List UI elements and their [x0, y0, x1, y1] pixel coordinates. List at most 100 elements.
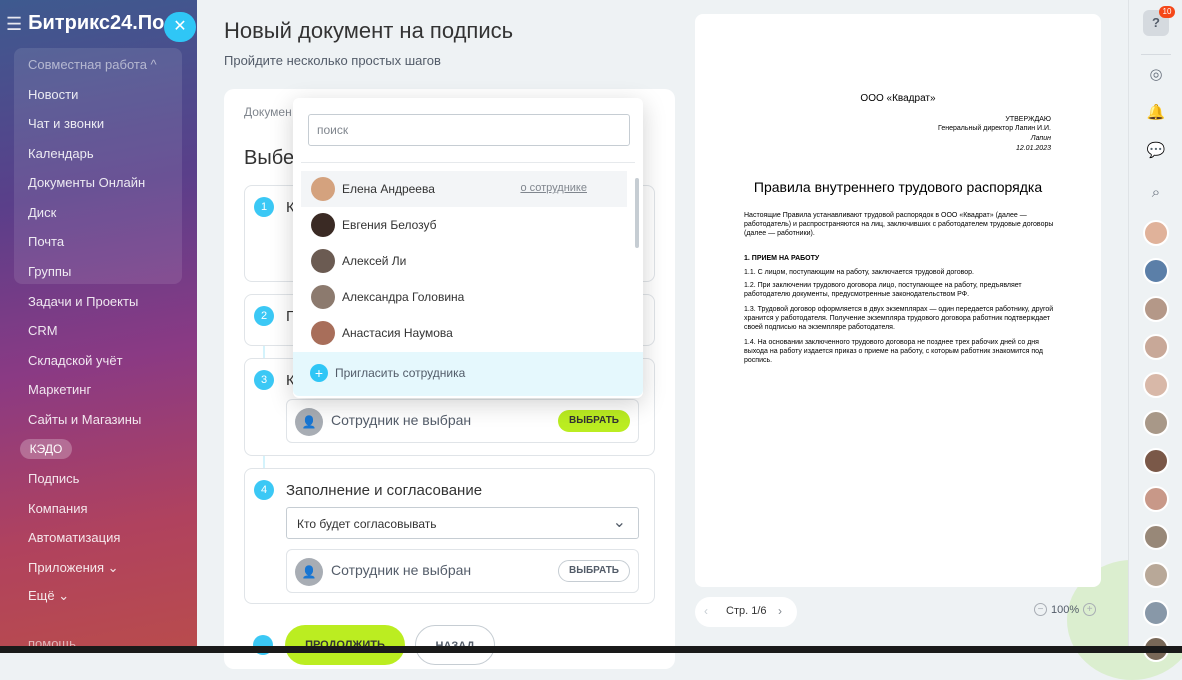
group-chat-avatar[interactable] — [1143, 258, 1169, 284]
document-preview: ООО «Квадрат» УТВЕРЖДАЮ Генеральный дире… — [695, 14, 1101, 587]
sidebar-item-sites[interactable]: Сайты и Магазины — [28, 412, 141, 427]
step-number: 2 — [254, 306, 274, 326]
menu-icon[interactable]: ☰ — [6, 15, 22, 33]
choose-button[interactable]: ВЫБРАТЬ — [558, 560, 630, 582]
next-page-button[interactable]: › — [778, 604, 782, 618]
doc-paragraph: 1.3. Трудовой договор оформляется в двух… — [744, 306, 1054, 331]
sidebar-item-kedo[interactable]: КЭДО — [20, 439, 72, 459]
search-input[interactable] — [308, 114, 630, 146]
notification-badge: 10 — [1159, 6, 1175, 18]
zoom-control: − 100% + — [1034, 603, 1097, 616]
avatar — [311, 213, 335, 237]
invite-label: Пригласить сотрудника — [335, 366, 466, 380]
add-user-icon: 👤 — [295, 558, 323, 586]
chat-icon[interactable]: 💬 — [1144, 139, 1168, 163]
doc-paragraph: 1.4. На основании заключенного трудового… — [744, 339, 1043, 364]
employee-name: Елена Андреева — [342, 182, 435, 196]
employee-option[interactable]: Елена Андреева о сотруднике — [301, 171, 627, 207]
sidebar-item-tasks[interactable]: Задачи и Проекты — [28, 294, 138, 309]
avatar — [311, 321, 335, 345]
sidebar-item-company[interactable]: Компания — [28, 501, 88, 516]
zoom-out-button[interactable]: − — [1034, 603, 1047, 616]
doc-paragraph: 1.1. С лицом, поступающим на работу, зак… — [744, 269, 974, 276]
avatar[interactable] — [1143, 296, 1169, 322]
prev-page-button[interactable]: ‹ — [704, 604, 708, 618]
employee-name: Александра Головина — [342, 290, 465, 304]
invite-employee-button[interactable]: + Пригласить сотрудника — [293, 352, 643, 396]
employee-selector: 👤 Сотрудник не выбран ВЫБРАТЬ — [286, 399, 639, 443]
avatar — [311, 285, 335, 309]
avatar[interactable] — [1143, 524, 1169, 550]
employee-option[interactable]: Евгения Белозуб — [301, 207, 627, 243]
page-title: Новый документ на подпись — [224, 18, 514, 43]
sidebar-item-more[interactable]: Ещё ⌄ — [28, 588, 69, 604]
approver-select-value: Кто будет согласовывать — [297, 517, 437, 531]
sidebar-item-automation[interactable]: Автоматизация — [28, 530, 120, 545]
sidebar-group-collaboration[interactable]: Совместная работа ^ — [28, 57, 157, 72]
step-title: Заполнение и согласование — [286, 482, 483, 499]
employee-selector: 👤 Сотрудник не выбран ВЫБРАТЬ — [286, 549, 639, 593]
right-panel: ? 10 ◎ 🔔 💬 ⌕ — [1128, 0, 1182, 662]
zoom-in-button[interactable]: + — [1083, 603, 1097, 616]
add-user-icon: 👤 — [295, 408, 323, 436]
sidebar-item-chat[interactable]: Чат и звонки — [28, 116, 104, 131]
sidebar-item-crm[interactable]: CRM — [28, 323, 58, 338]
sidebar-item-calendar[interactable]: Календарь — [28, 146, 94, 161]
sidebar-item-apps[interactable]: Приложения ⌄ — [28, 560, 119, 576]
employee-name: Алексей Ли — [342, 254, 407, 268]
employee-option[interactable]: Алексей Ли — [301, 243, 627, 279]
left-sidebar: ☰ Битрикс24.По Совместная работа ^ Новос… — [0, 0, 197, 653]
sidebar-item-sign[interactable]: Подпись — [28, 471, 79, 486]
page-indicator: Стр. 1/6 — [726, 605, 767, 617]
avatar[interactable] — [1143, 448, 1169, 474]
avatar[interactable] — [1143, 410, 1169, 436]
doc-company: ООО «Квадрат» — [860, 93, 936, 104]
approver-select[interactable]: Кто будет согласовывать ⌄ — [286, 507, 639, 539]
avatar — [311, 249, 335, 273]
plus-icon: + — [310, 364, 328, 382]
avatar[interactable] — [1143, 334, 1169, 360]
choose-button[interactable]: ВЫБРАТЬ — [558, 410, 630, 432]
sidebar-item-mail[interactable]: Почта — [28, 234, 64, 249]
avatar — [311, 177, 335, 201]
avatar[interactable] — [1143, 220, 1169, 246]
doc-signature: Лапин — [1030, 135, 1051, 142]
step-number: 3 — [254, 370, 274, 390]
scrollbar[interactable] — [635, 178, 639, 248]
search-icon[interactable]: ⌕ — [1144, 181, 1168, 205]
avatar[interactable] — [1143, 562, 1169, 588]
doc-approve: УТВЕРЖДАЮ — [1005, 116, 1051, 123]
step-number: 4 — [254, 480, 274, 500]
sidebar-item-disk[interactable]: Диск — [28, 205, 56, 220]
employee-name: Евгения Белозуб — [342, 218, 437, 232]
copilot-icon[interactable]: ◎ — [1144, 63, 1168, 87]
doc-paragraph: Настоящие Правила устанавливают трудовой… — [744, 212, 1054, 237]
page-subtitle: Пройдите несколько простых шагов — [224, 53, 441, 68]
back-button[interactable]: НАЗАД — [415, 625, 495, 665]
sidebar-item-news[interactable]: Новости — [28, 87, 78, 102]
employee-picker-popup: Елена Андреева о сотруднике Евгения Бело… — [293, 98, 643, 398]
sidebar-item-warehouse[interactable]: Складской учёт — [28, 353, 123, 368]
about-employee-link[interactable]: о сотруднике — [520, 182, 587, 194]
employee-option[interactable]: Александра Головина — [301, 279, 627, 315]
employee-option[interactable]: Анастасия Наумова — [301, 315, 627, 351]
page-navigator: ‹ Стр. 1/6 › — [695, 597, 797, 627]
bell-icon[interactable]: 🔔 — [1144, 101, 1168, 125]
sidebar-item-groups[interactable]: Группы — [28, 264, 71, 279]
bottom-bar — [0, 646, 1182, 653]
divider — [301, 162, 635, 163]
sidebar-item-docs[interactable]: Документы Онлайн — [28, 175, 145, 190]
sidebar-item-marketing[interactable]: Маркетинг — [28, 382, 91, 397]
chevron-down-icon: ⌄ — [612, 514, 626, 531]
close-slider-button[interactable]: ✕ — [164, 12, 196, 42]
avatar[interactable] — [1143, 600, 1169, 626]
step-number: 1 — [254, 197, 274, 217]
step-4: 4 Заполнение и согласование Кто будет со… — [244, 468, 655, 604]
logo[interactable]: Битрикс24.По — [28, 12, 164, 35]
card-header: Докумен — [244, 105, 292, 119]
continue-button[interactable]: ПРОДОЛЖИТЬ — [285, 625, 405, 665]
avatar[interactable] — [1143, 372, 1169, 398]
avatar[interactable] — [1143, 486, 1169, 512]
doc-section: 1. ПРИЕМ НА РАБОТУ — [744, 255, 820, 262]
employee-status: Сотрудник не выбран — [331, 412, 472, 428]
